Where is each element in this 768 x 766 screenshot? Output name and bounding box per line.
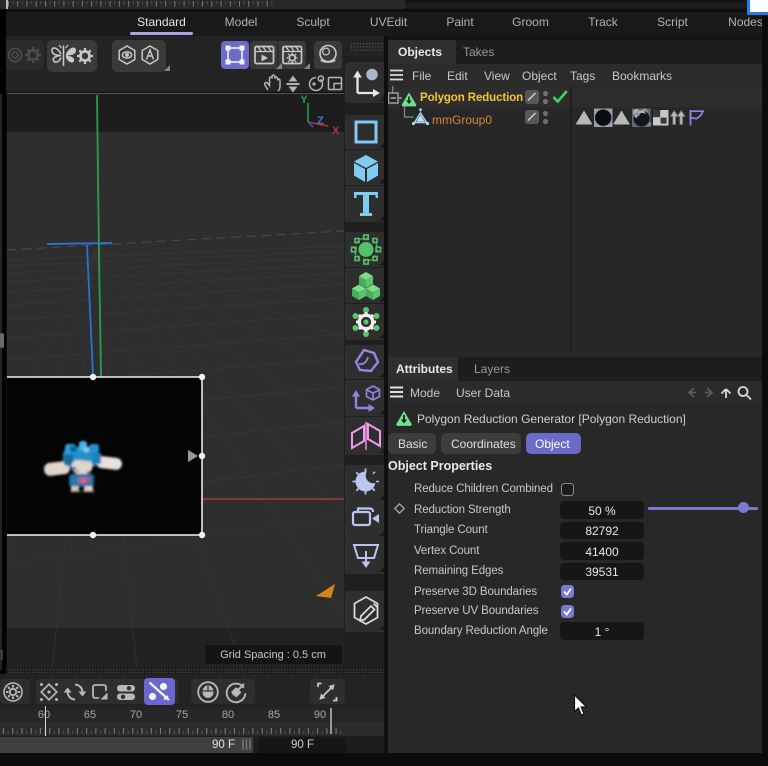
svg-text:Grid Spacing : 0.5 cm: Grid Spacing : 0.5 cm — [220, 649, 326, 661]
svg-text:Y: Y — [300, 94, 308, 106]
svg-text:Z: Z — [317, 115, 324, 127]
svg-text:X: X — [332, 125, 340, 137]
